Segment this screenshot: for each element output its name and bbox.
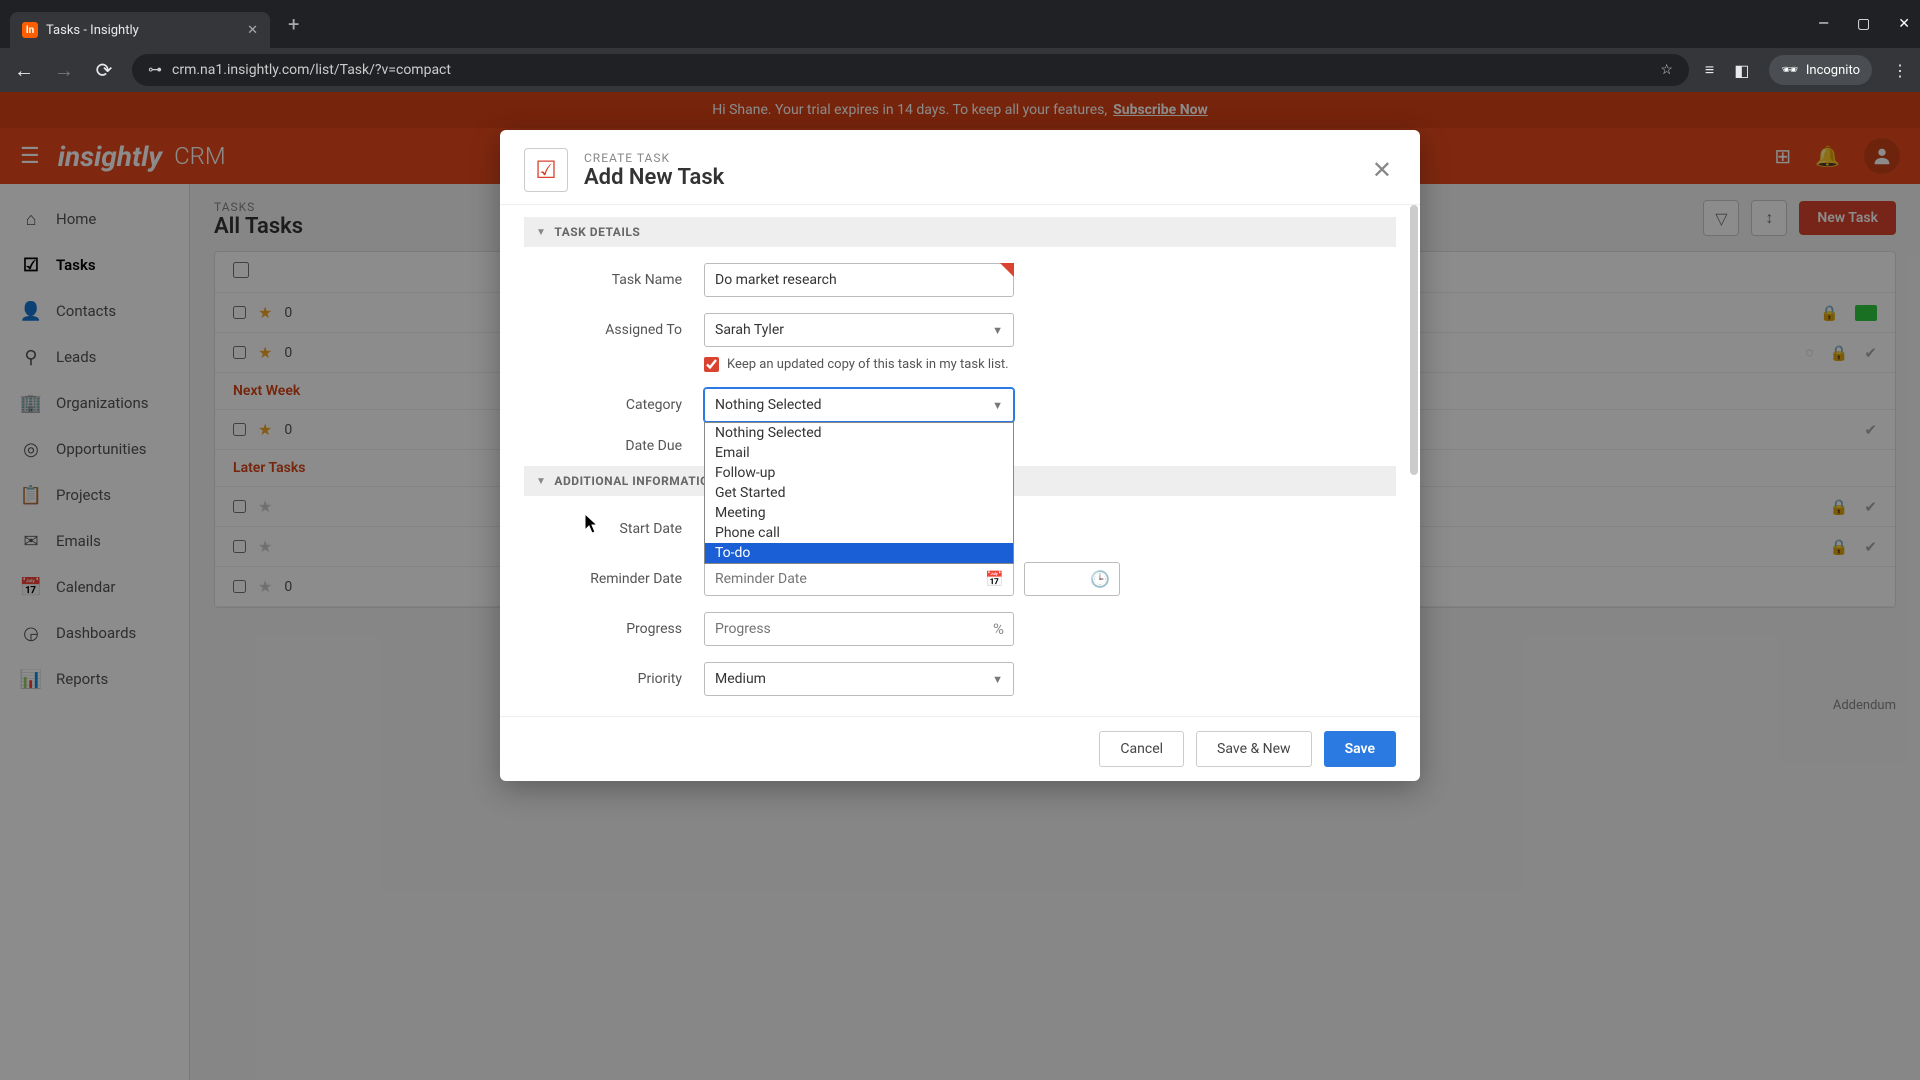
url-text: crm.na1.insightly.com/list/Task/?v=compa… — [172, 62, 1650, 78]
minimize-icon[interactable]: ― — [1818, 16, 1829, 32]
favicon-icon: In — [22, 22, 38, 38]
progress-input[interactable] — [704, 612, 1014, 646]
start-date-label: Start Date — [524, 521, 704, 537]
bookmark-icon[interactable]: ☆ — [1660, 62, 1673, 78]
task-name-input[interactable] — [704, 263, 1014, 297]
reading-list-icon[interactable]: ≡ — [1705, 60, 1714, 80]
category-select[interactable]: Nothing Selected ▼ — [704, 388, 1014, 422]
modal-crumb: CREATE TASK — [584, 151, 1352, 165]
forward-button[interactable]: → — [52, 58, 76, 83]
category-option[interactable]: Meeting — [705, 503, 1013, 523]
save-button[interactable]: Save — [1324, 731, 1396, 767]
back-button[interactable]: ← — [12, 58, 36, 83]
section-label: ADDITIONAL INFORMATION — [554, 474, 718, 488]
priority-label: Priority — [524, 671, 704, 687]
percent-icon: % — [993, 620, 1004, 638]
side-panel-icon[interactable]: ◧ — [1734, 61, 1749, 80]
category-value: Nothing Selected — [715, 397, 822, 413]
category-option[interactable]: Get Started — [705, 483, 1013, 503]
category-option[interactable]: Email — [705, 443, 1013, 463]
keep-copy-checkbox[interactable] — [704, 357, 719, 372]
browser-toolbar: ← → ⟳ ⊶ crm.na1.insightly.com/list/Task/… — [0, 48, 1920, 92]
chevron-down-icon: ▼ — [536, 227, 546, 238]
task-icon: ☑ — [524, 148, 568, 192]
chevron-down-icon: ▼ — [536, 476, 546, 487]
section-label: TASK DETAILS — [554, 225, 640, 239]
maximize-icon[interactable]: ▢ — [1857, 16, 1870, 32]
close-icon[interactable]: ✕ — [1368, 152, 1396, 188]
cancel-button[interactable]: Cancel — [1099, 731, 1184, 767]
required-flag-icon — [1000, 263, 1014, 277]
reminder-date-input[interactable] — [704, 562, 1014, 596]
category-option[interactable]: Follow-up — [705, 463, 1013, 483]
browser-tab-strip: In Tasks - Insightly ✕ + ― ▢ ✕ — [0, 0, 1920, 48]
date-due-label: Date Due — [524, 438, 704, 454]
window-controls: ― ▢ ✕ — [1818, 16, 1910, 32]
browser-tab[interactable]: In Tasks - Insightly ✕ — [10, 12, 270, 48]
chevron-down-icon: ▼ — [992, 399, 1003, 412]
category-option[interactable]: Phone call — [705, 523, 1013, 543]
priority-value: Medium — [715, 671, 766, 687]
category-dropdown: Nothing SelectedEmailFollow-upGet Starte… — [704, 422, 1014, 564]
address-bar[interactable]: ⊶ crm.na1.insightly.com/list/Task/?v=com… — [132, 54, 1689, 86]
close-window-icon[interactable]: ✕ — [1898, 16, 1910, 32]
reminder-date-label: Reminder Date — [524, 571, 704, 587]
assigned-to-value: Sarah Tyler — [715, 322, 784, 338]
site-info-icon[interactable]: ⊶ — [148, 62, 162, 78]
reload-button[interactable]: ⟳ — [92, 58, 116, 82]
clock-icon[interactable]: 🕒 — [1090, 570, 1110, 589]
calendar-icon[interactable]: 📅 — [985, 570, 1004, 588]
tab-title: Tasks - Insightly — [46, 23, 139, 38]
incognito-label: Incognito — [1806, 63, 1860, 78]
save-and-new-button[interactable]: Save & New — [1196, 731, 1312, 767]
assigned-to-label: Assigned To — [524, 322, 704, 338]
keep-copy-label: Keep an updated copy of this task in my … — [727, 357, 1009, 372]
assigned-to-select[interactable]: Sarah Tyler ▼ — [704, 313, 1014, 347]
section-task-details[interactable]: ▼ TASK DETAILS — [524, 217, 1396, 247]
progress-label: Progress — [524, 621, 704, 637]
priority-select[interactable]: Medium ▼ — [704, 662, 1014, 696]
category-option[interactable]: Nothing Selected — [705, 423, 1013, 443]
browser-menu-icon[interactable]: ⋮ — [1892, 61, 1908, 80]
chevron-down-icon: ▼ — [992, 673, 1003, 686]
close-tab-icon[interactable]: ✕ — [247, 23, 258, 38]
category-label: Category — [524, 397, 704, 413]
incognito-badge[interactable]: 🕶 Incognito — [1769, 55, 1872, 85]
modal-title: Add New Task — [584, 165, 1352, 190]
category-option[interactable]: To-do — [705, 543, 1013, 563]
add-task-modal: ☑ CREATE TASK Add New Task ✕ ▼ TASK DETA… — [500, 130, 1420, 781]
new-tab-button[interactable]: + — [288, 12, 299, 36]
chevron-down-icon: ▼ — [992, 324, 1003, 337]
incognito-icon: 🕶 — [1781, 63, 1798, 78]
task-name-label: Task Name — [524, 272, 704, 288]
modal-scrollbar[interactable] — [1410, 205, 1418, 475]
